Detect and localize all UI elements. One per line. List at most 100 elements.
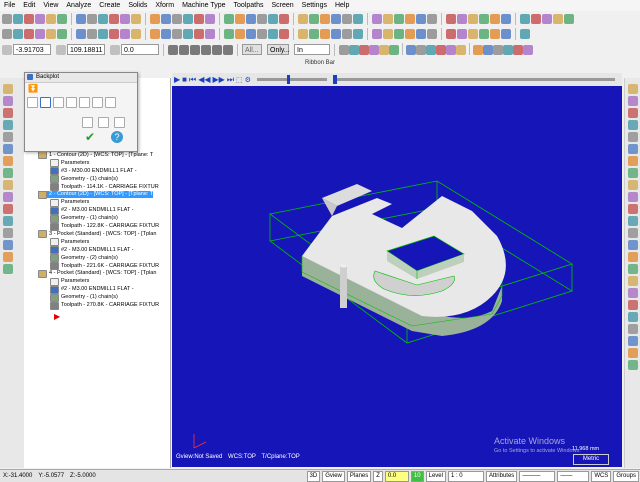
left-tool-4-icon[interactable]: [3, 132, 13, 142]
row2-tool-15-icon[interactable]: [161, 28, 171, 39]
fast-point-icon[interactable]: [179, 44, 189, 55]
row1-tool-26-icon[interactable]: [279, 13, 289, 24]
tree-item-op[interactable]: 3 - Pocket (Standard) - [WCS: TOP] - [Tp…: [38, 230, 156, 239]
tree-item-param[interactable]: Parameters: [50, 238, 89, 247]
row2-tool-35-icon[interactable]: [372, 28, 382, 39]
center-icon[interactable]: [201, 44, 211, 55]
option-1-button[interactable]: [82, 117, 93, 128]
row2-tool-2-icon[interactable]: [24, 28, 34, 39]
right-tool-20-icon[interactable]: [628, 324, 638, 334]
row1-tool-11-icon[interactable]: [120, 13, 130, 24]
left-tool-5-icon[interactable]: [3, 144, 13, 154]
row1-tool-47-icon[interactable]: [501, 13, 511, 24]
tree-item-tool[interactable]: #3 - M30.00 ENDMILL1 FLAT -: [50, 167, 137, 176]
row1-tool-25-icon[interactable]: [268, 13, 278, 24]
row2-tool-5-icon[interactable]: [57, 28, 67, 39]
right-tool-9-icon[interactable]: [628, 192, 638, 202]
stop-icon[interactable]: ■: [182, 75, 187, 84]
row2-tool-29-icon[interactable]: [309, 28, 319, 39]
menu-file[interactable]: File: [0, 0, 19, 11]
right-tool-18-icon[interactable]: [628, 300, 638, 310]
right-tool-16-icon[interactable]: [628, 276, 638, 286]
row3-tool-2-icon[interactable]: [359, 44, 369, 55]
status-groups-button[interactable]: Groups: [613, 470, 639, 482]
row2-tool-43-icon[interactable]: [457, 28, 467, 39]
row1-tool-39-icon[interactable]: [416, 13, 426, 24]
option-2-button[interactable]: [98, 117, 109, 128]
row2-tool-49-icon[interactable]: [520, 28, 530, 39]
display-entity-button[interactable]: [66, 97, 77, 108]
row1-tool-28-icon[interactable]: [298, 13, 308, 24]
right-tool-8-icon[interactable]: [628, 180, 638, 190]
status-color-button[interactable]: 10: [410, 470, 424, 482]
row2-tool-4-icon[interactable]: [46, 28, 56, 39]
tree-item-geo[interactable]: Geometry - (2) chain(s): [50, 254, 118, 263]
row2-tool-18-icon[interactable]: [194, 28, 204, 39]
status-3d-button[interactable]: 3D: [306, 470, 321, 482]
row1-tool-18-icon[interactable]: [194, 13, 204, 24]
row3-tool-14-icon[interactable]: [473, 44, 483, 55]
row1-tool-50-icon[interactable]: [531, 13, 541, 24]
row2-tool-31-icon[interactable]: [331, 28, 341, 39]
right-tool-0-icon[interactable]: [628, 84, 638, 94]
right-tool-14-icon[interactable]: [628, 252, 638, 262]
row1-tool-36-icon[interactable]: [383, 13, 393, 24]
row3-tool-16-icon[interactable]: [493, 44, 503, 55]
color-toolpath-button[interactable]: [79, 97, 90, 108]
row1-tool-32-icon[interactable]: [342, 13, 352, 24]
row2-tool-33-icon[interactable]: [353, 28, 363, 39]
menu-create[interactable]: Create: [95, 0, 124, 11]
row1-tool-29-icon[interactable]: [309, 13, 319, 24]
status-gview-button[interactable]: Gview: [322, 470, 345, 482]
row1-tool-35-icon[interactable]: [372, 13, 382, 24]
row2-tool-38-icon[interactable]: [405, 28, 415, 39]
end-icon[interactable]: ⏭: [227, 75, 234, 85]
tree-item-tp[interactable]: Toolpath - 122.8K - CARRIAGE FIXTUR: [50, 222, 159, 231]
row2-tool-22-icon[interactable]: [235, 28, 245, 39]
row2-tool-37-icon[interactable]: [394, 28, 404, 39]
help-icon[interactable]: ?: [111, 131, 123, 143]
row2-tool-30-icon[interactable]: [320, 28, 330, 39]
row2-tool-11-icon[interactable]: [120, 28, 130, 39]
row2-tool-14-icon[interactable]: [150, 28, 160, 39]
menu-analyze[interactable]: Analyze: [62, 0, 95, 11]
row1-tool-10-icon[interactable]: [109, 13, 119, 24]
collapse-icon[interactable]: ⏬: [28, 85, 38, 93]
row2-tool-46-icon[interactable]: [490, 28, 500, 39]
row1-tool-21-icon[interactable]: [224, 13, 234, 24]
row2-tool-42-icon[interactable]: [446, 28, 456, 39]
z-coord-field[interactable]: 0.0: [121, 44, 159, 55]
menu-edit[interactable]: Edit: [19, 0, 39, 11]
status-z-field[interactable]: 0.0: [384, 470, 409, 482]
y-coord-field[interactable]: 109.18811: [67, 44, 105, 55]
row2-tool-26-icon[interactable]: [279, 28, 289, 39]
left-tool-3-icon[interactable]: [3, 120, 13, 130]
row2-tool-1-icon[interactable]: [13, 28, 23, 39]
row1-tool-3-icon[interactable]: [35, 13, 45, 24]
menu-toolpaths[interactable]: Toolpaths: [230, 0, 268, 11]
row1-tool-15-icon[interactable]: [161, 13, 171, 24]
right-tool-7-icon[interactable]: [628, 168, 638, 178]
row2-tool-3-icon[interactable]: [35, 28, 45, 39]
row1-tool-31-icon[interactable]: [331, 13, 341, 24]
row1-tool-7-icon[interactable]: [76, 13, 86, 24]
row3-tool-19-icon[interactable]: [523, 44, 533, 55]
row3-tool-12-icon[interactable]: [456, 44, 466, 55]
row3-tool-7-icon[interactable]: [406, 44, 416, 55]
ok-checkmark-icon[interactable]: ✔: [85, 131, 95, 143]
left-tool-8-icon[interactable]: [3, 180, 13, 190]
row1-tool-49-icon[interactable]: [520, 13, 530, 24]
row3-tool-1-icon[interactable]: [349, 44, 359, 55]
row1-tool-4-icon[interactable]: [46, 13, 56, 24]
all-button[interactable]: All...: [242, 44, 262, 55]
tree-item-param[interactable]: Parameters: [50, 198, 89, 207]
row1-tool-5-icon[interactable]: [57, 13, 67, 24]
rewind-icon[interactable]: ⏮: [189, 75, 196, 85]
status-level-field[interactable]: 1 : 0: [447, 470, 484, 482]
row1-tool-52-icon[interactable]: [553, 13, 563, 24]
row2-tool-12-icon[interactable]: [131, 28, 141, 39]
row2-tool-19-icon[interactable]: [205, 28, 215, 39]
row1-tool-8-icon[interactable]: [87, 13, 97, 24]
tree-item-tool[interactable]: #2 - M3.00 ENDMILL1 FLAT -: [50, 206, 134, 215]
row3-tool-15-icon[interactable]: [483, 44, 493, 55]
